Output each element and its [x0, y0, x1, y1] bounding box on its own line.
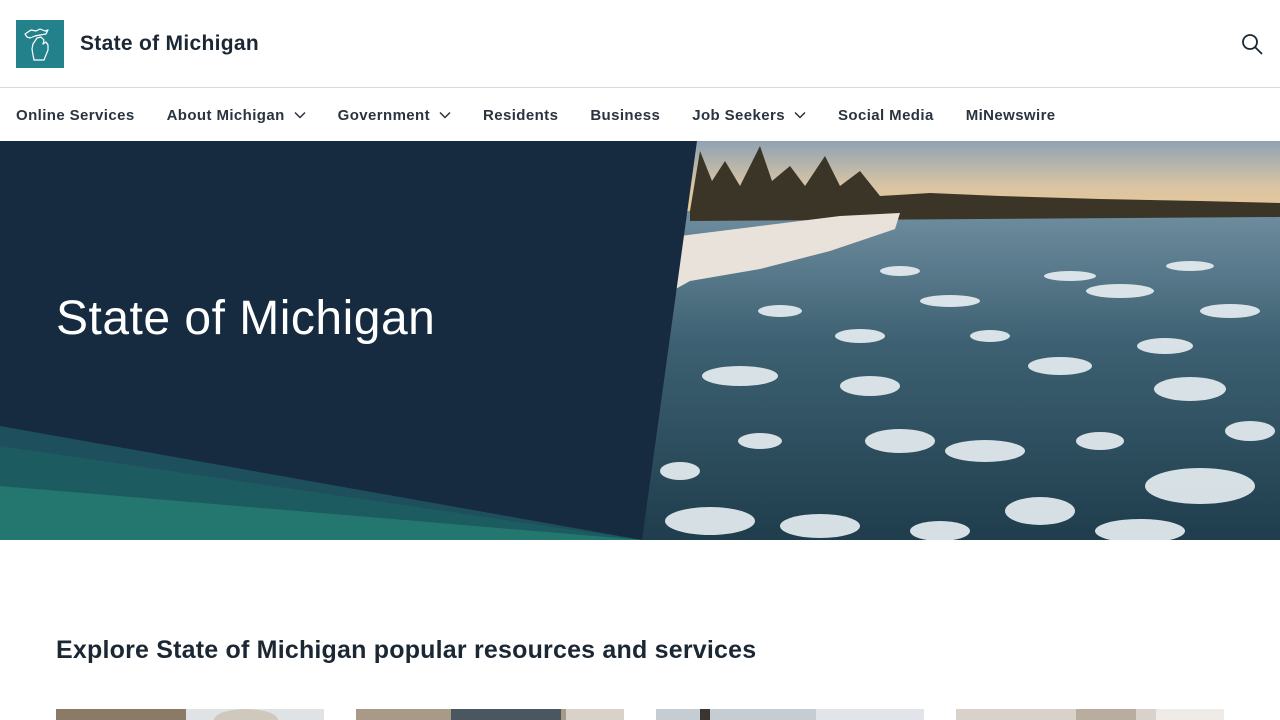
card-image	[956, 709, 1224, 720]
chevron-down-icon	[439, 109, 451, 121]
hero-banner: State of Michigan	[0, 141, 1280, 540]
nav-item-label: Social Media	[838, 106, 934, 124]
nav-item-label: Business	[590, 106, 661, 124]
card-image	[56, 709, 324, 720]
search-icon	[1242, 34, 1263, 55]
nav-job-seekers[interactable]: Job Seekers	[692, 107, 806, 124]
resource-card[interactable]	[956, 709, 1224, 720]
chevron-down-icon	[294, 109, 306, 121]
nav-item-label: Government	[337, 106, 431, 124]
home-link[interactable]: State of Michigan	[16, 20, 259, 68]
nav-minewswire[interactable]: MiNewswire	[966, 107, 1056, 124]
search-button[interactable]	[1240, 32, 1264, 56]
card-image	[656, 709, 924, 720]
resource-card[interactable]	[656, 709, 924, 720]
site-header: State of Michigan	[0, 0, 1280, 88]
resources-heading: Explore State of Michigan popular resour…	[56, 636, 757, 664]
site-name: State of Michigan	[80, 32, 259, 55]
nav-business[interactable]: Business	[590, 107, 660, 124]
resource-cards	[56, 709, 1224, 720]
nav-item-label: Job Seekers	[692, 106, 786, 124]
hero-title: State of Michigan	[56, 292, 436, 345]
resource-card[interactable]	[356, 709, 624, 720]
nav-item-label: MiNewswire	[965, 106, 1056, 124]
nav-social-media[interactable]: Social Media	[838, 107, 934, 124]
main-nav: Online Services About Michigan Governmen…	[0, 89, 1280, 141]
nav-item-label: About Michigan	[166, 106, 285, 124]
nav-online-services[interactable]: Online Services	[16, 107, 135, 124]
nav-item-label: Residents	[483, 106, 559, 124]
michigan-map-icon	[16, 20, 64, 68]
nav-item-label: Online Services	[16, 106, 135, 124]
resource-card[interactable]	[56, 709, 324, 720]
card-image	[356, 709, 624, 720]
nav-about-michigan[interactable]: About Michigan	[167, 107, 306, 124]
nav-government[interactable]: Government	[338, 107, 451, 124]
nav-residents[interactable]: Residents	[483, 107, 558, 124]
chevron-down-icon	[794, 109, 806, 121]
